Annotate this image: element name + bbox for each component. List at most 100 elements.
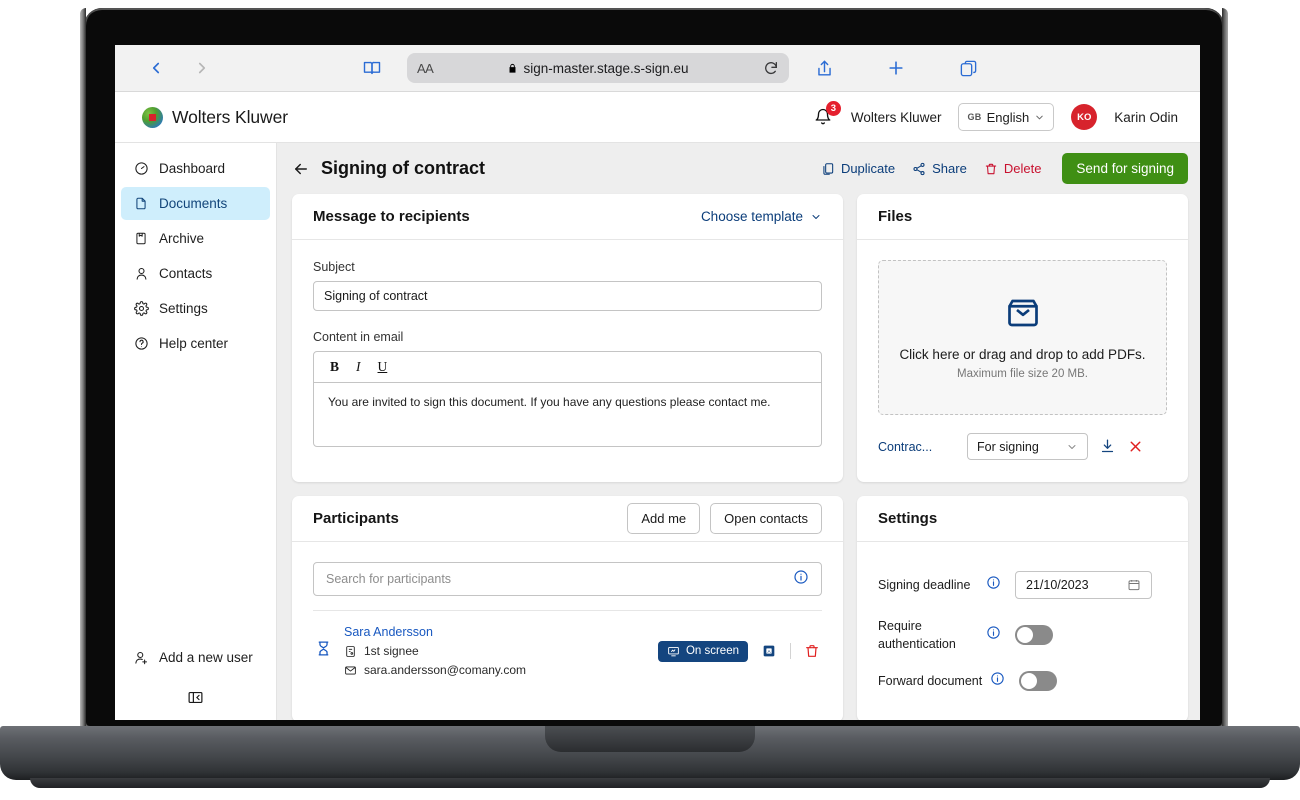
participant-actions: On screen A	[658, 641, 820, 662]
share-button[interactable]: Share	[912, 161, 967, 176]
person-add-icon	[133, 650, 149, 666]
delete-participant-button[interactable]	[804, 643, 820, 659]
on-screen-label: On screen	[686, 645, 739, 657]
add-user-label: Add a new user	[159, 650, 253, 665]
require-authentication-toggle[interactable]	[1015, 625, 1053, 645]
sidebar-item-label: Help center	[159, 336, 228, 351]
participants-card-body: Sara Andersson 1st signee sara.andersson…	[292, 542, 843, 699]
app-header: Wolters Kluwer 3 Wolters Kluwer GB Engli…	[115, 92, 1200, 143]
collapse-sidebar-icon	[187, 689, 204, 706]
chevron-down-icon	[810, 211, 822, 223]
browser-toolbar: AA sign-master.stage.s-sign.eu	[115, 45, 1200, 92]
id-card-icon[interactable]: A	[761, 643, 777, 659]
share-icon	[815, 59, 834, 78]
address-bar[interactable]: AA sign-master.stage.s-sign.eu	[407, 53, 789, 83]
italic-button[interactable]: I	[356, 359, 361, 375]
send-for-signing-button[interactable]: Send for signing	[1062, 153, 1188, 184]
laptop-foot	[30, 778, 1270, 788]
signing-deadline-label: Signing deadline	[878, 576, 986, 594]
document-icon	[133, 196, 149, 212]
delete-button[interactable]: Delete	[984, 161, 1042, 176]
duplicate-icon	[821, 162, 835, 176]
underline-button[interactable]: U	[378, 359, 388, 375]
chevron-right-icon	[193, 59, 211, 77]
participants-header-actions: Add me Open contacts	[627, 503, 822, 534]
remove-file-button[interactable]	[1127, 438, 1144, 455]
info-circle-icon[interactable]	[793, 569, 809, 590]
require-authentication-label: Require authentication	[878, 617, 986, 653]
subject-input[interactable]	[313, 281, 822, 311]
download-file-button[interactable]	[1099, 438, 1116, 455]
brand-logo[interactable]: Wolters Kluwer	[142, 107, 288, 128]
speedometer-icon	[133, 161, 149, 177]
participant-search-field[interactable]	[313, 562, 822, 596]
book-icon	[362, 58, 382, 78]
setting-signing-deadline: Signing deadline 21/10/2023	[878, 562, 1167, 608]
signing-deadline-date-input[interactable]: 21/10/2023	[1015, 571, 1152, 599]
arrow-left-icon	[292, 160, 310, 178]
avatar[interactable]: KO	[1071, 104, 1097, 130]
file-row: Contrac... For signing	[878, 433, 1167, 460]
participants-card-title: Participants	[313, 510, 399, 527]
info-circle-icon[interactable]	[986, 625, 1001, 645]
file-name[interactable]: Contrac...	[878, 440, 956, 454]
file-dropzone[interactable]: Click here or drag and drop to add PDFs.…	[878, 260, 1167, 415]
chevron-down-icon	[1066, 441, 1078, 453]
signing-deadline-value: 21/10/2023	[1026, 578, 1089, 592]
sidebar-item-label: Settings	[159, 301, 208, 316]
sidebar-item-archive[interactable]: Archive	[121, 222, 270, 255]
info-circle-icon[interactable]	[986, 575, 1001, 595]
bold-button[interactable]: B	[330, 359, 339, 375]
sidebar-item-contacts[interactable]: Contacts	[121, 257, 270, 290]
card-header: Participants Add me Open contacts	[292, 496, 843, 542]
notifications-button[interactable]: 3	[814, 105, 834, 129]
settings-card-body: Signing deadline 21/10/2023 R	[857, 542, 1188, 720]
show-tabs-button[interactable]	[945, 51, 991, 85]
setting-require-authentication: Require authentication	[878, 608, 1167, 662]
notification-badge: 3	[826, 101, 841, 116]
sidebar-item-label: Contacts	[159, 266, 212, 281]
back-button[interactable]	[292, 160, 310, 178]
choose-template-dropdown[interactable]: Choose template	[701, 209, 822, 224]
envelope-icon	[344, 664, 357, 677]
add-me-button[interactable]: Add me	[627, 503, 700, 534]
search-input[interactable]	[326, 572, 793, 586]
email-content-textarea[interactable]: You are invited to sign this document. I…	[314, 383, 821, 446]
browser-back-button[interactable]	[133, 51, 179, 85]
participant-row: Sara Andersson 1st signee sara.andersson…	[313, 611, 822, 677]
person-icon	[133, 266, 149, 282]
page-title: Signing of contract	[321, 158, 485, 179]
collapse-sidebar-button[interactable]	[115, 675, 276, 710]
file-purpose-select[interactable]: For signing	[967, 433, 1088, 460]
sidebar-item-help-center[interactable]: Help center	[121, 327, 270, 360]
duplicate-label: Duplicate	[841, 161, 895, 176]
duplicate-button[interactable]: Duplicate	[821, 161, 895, 176]
inbox-tray-icon	[1005, 295, 1041, 336]
browser-bookmarks-button[interactable]	[349, 51, 395, 85]
card-header-actions: Choose template	[701, 209, 822, 224]
url-display: sign-master.stage.s-sign.eu	[407, 61, 789, 76]
dropzone-subtitle: Maximum file size 20 MB.	[957, 368, 1088, 380]
add-a-new-user-button[interactable]: Add a new user	[121, 641, 270, 674]
info-circle-icon[interactable]	[990, 671, 1005, 691]
reload-button[interactable]	[763, 60, 779, 76]
browser-share-button[interactable]	[801, 51, 847, 85]
delete-label: Delete	[1004, 161, 1042, 176]
card-header: Files	[857, 194, 1188, 240]
sidebar-item-documents[interactable]: Documents	[121, 187, 270, 220]
page-toolbar: Signing of contract Duplicate Share	[292, 143, 1188, 194]
open-contacts-button[interactable]: Open contacts	[710, 503, 822, 534]
laptop-mockup: AA sign-master.stage.s-sign.eu	[0, 0, 1300, 800]
sidebar-item-dashboard[interactable]: Dashboard	[121, 152, 270, 185]
user-name[interactable]: Karin Odin	[1114, 110, 1178, 125]
sidebar-item-settings[interactable]: Settings	[121, 292, 270, 325]
participant-name[interactable]: Sara Andersson	[344, 625, 526, 639]
participant-email: sara.andersson@comany.com	[344, 663, 526, 677]
browser-forward-button[interactable]	[179, 51, 225, 85]
on-screen-badge[interactable]: On screen	[658, 641, 748, 662]
text-size-button[interactable]: AA	[417, 61, 433, 76]
language-selector[interactable]: GB English	[958, 103, 1054, 131]
new-tab-button[interactable]	[873, 51, 919, 85]
sidebar-item-label: Dashboard	[159, 161, 225, 176]
forward-document-toggle[interactable]	[1019, 671, 1057, 691]
